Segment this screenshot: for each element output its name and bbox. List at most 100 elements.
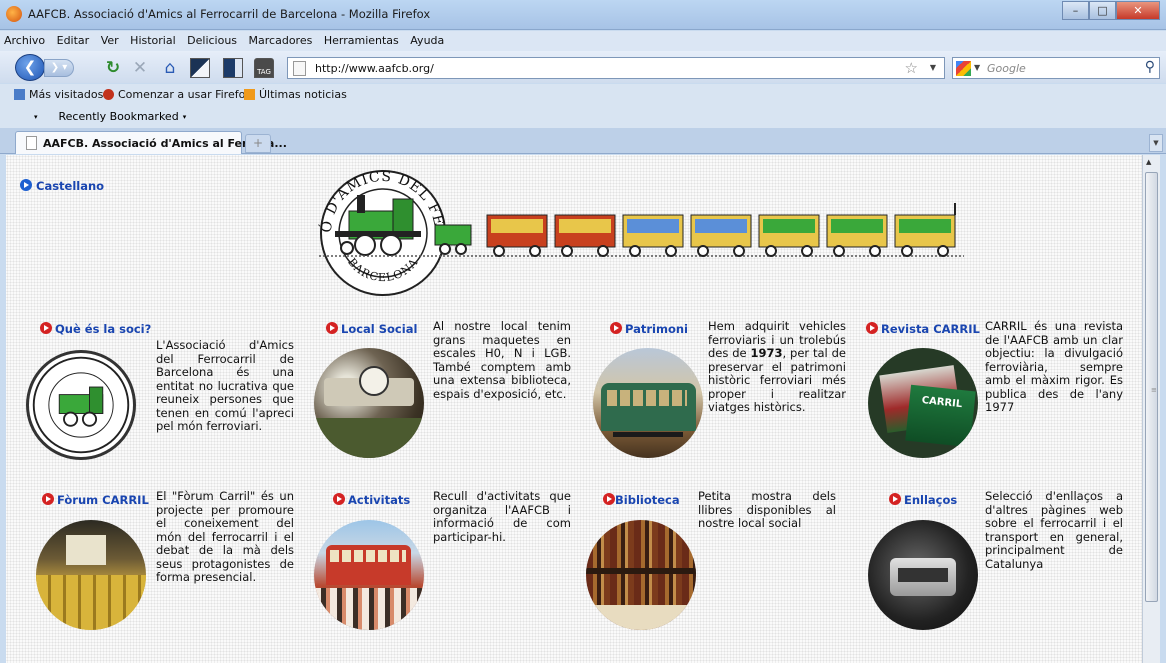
menu-historial[interactable]: Historial — [126, 31, 179, 47]
section-image-revista-carril[interactable]: CARRIL — [868, 348, 978, 458]
page-content: Castellano ASSOCIACIÓ D'AMICS DEL FERROC… — [6, 155, 1142, 663]
chevron-down-icon: ▾ — [34, 112, 38, 121]
section-title[interactable]: Activitats — [348, 493, 410, 507]
tag-icon-label: TAG — [257, 68, 271, 76]
google-engine-icon[interactable] — [956, 61, 971, 76]
section-text: Al nostre local tenim grans maquetes en … — [433, 319, 571, 401]
section-image-soci-logo[interactable] — [26, 350, 136, 460]
search-icon[interactable]: ⚲ — [1145, 59, 1155, 75]
section-text: Petita mostra dels llibres disponibles a… — [698, 489, 836, 530]
arrow-bullet-icon — [889, 493, 901, 505]
page-icon — [293, 61, 306, 76]
section-title[interactable]: Enllaços — [904, 493, 957, 507]
back-button[interactable]: ❮ — [15, 54, 45, 81]
search-bar[interactable]: ▼ Google ⚲ — [952, 57, 1160, 79]
section-link-patrimoni[interactable]: Patrimoni — [610, 322, 688, 336]
section-link-local-social[interactable]: Local Social — [326, 322, 417, 336]
window-title: AAFCB. Associació d'Amics al Ferrocarril… — [28, 7, 431, 21]
bookmark-star-icon[interactable]: ☆ — [905, 59, 918, 77]
stop-icon[interactable]: ✕ — [130, 58, 150, 78]
arrow-bullet-icon — [866, 322, 878, 334]
menu-archivo[interactable]: Archivo — [0, 31, 49, 47]
menu-marcadores[interactable]: Marcadores — [245, 31, 317, 47]
reload-icon[interactable]: ↻ — [103, 58, 123, 78]
window-titlebar: AAFCB. Associació d'Amics al Ferrocarril… — [0, 0, 1166, 30]
menu-ver[interactable]: Ver — [97, 31, 123, 47]
menu-delicious[interactable]: Delicious — [183, 31, 241, 47]
close-button[interactable]: ✕ — [1116, 1, 1160, 20]
recently-bookmarked-menu[interactable]: ▾ Recently Bookmarked ▾ — [14, 110, 186, 123]
url-bar[interactable]: http://www.aafcb.org/ ☆ ▼ — [287, 57, 945, 79]
bookmark-most-visited[interactable]: Más visitados — [14, 88, 103, 101]
carriage — [622, 214, 684, 257]
section-image-biblioteca[interactable] — [586, 520, 696, 630]
arrow-bullet-icon — [610, 322, 622, 334]
url-dropdown-icon[interactable]: ▼ — [930, 63, 936, 72]
maximize-button[interactable]: □ — [1089, 1, 1116, 20]
grip-icon: ≡ — [1151, 386, 1157, 394]
aafcb-logo: ASSOCIACIÓ D'AMICS DEL FERROCARRIL BARCE… — [309, 159, 964, 296]
section-link-biblioteca[interactable]: Biblioteca — [603, 493, 680, 507]
section-link-activitats[interactable]: Activitats — [333, 493, 410, 507]
section-image-enllacos[interactable] — [868, 520, 978, 630]
menu-editar[interactable]: Editar — [53, 31, 94, 47]
delicious-toolbar-icon[interactable] — [223, 58, 243, 78]
scroll-up-arrow-icon[interactable]: ▲ — [1146, 158, 1151, 166]
section-image-patrimoni[interactable] — [593, 348, 703, 458]
section-text-bold: 1973 — [750, 346, 783, 360]
most-visited-icon — [14, 89, 25, 100]
section-title[interactable]: Revista CARRIL — [881, 322, 980, 336]
tab-list-dropdown-icon[interactable]: ▼ — [1149, 134, 1163, 152]
carriage — [690, 214, 752, 257]
section-title[interactable]: Patrimoni — [625, 322, 688, 336]
firefox-icon — [6, 6, 22, 22]
section-image-activitats[interactable] — [314, 520, 424, 630]
section-link-forum-carril[interactable]: Fòrum CARRIL — [42, 493, 149, 507]
minimize-button[interactable]: – — [1062, 1, 1089, 20]
window-controls: – □ ✕ — [1062, 1, 1160, 20]
menu-herramientas[interactable]: Herramientas — [320, 31, 403, 47]
section-title[interactable]: Local Social — [341, 322, 417, 336]
language-link-castellano[interactable]: Castellano — [20, 179, 104, 193]
section-text: Selecció d'enllaços a d'altres pàgines w… — [985, 489, 1123, 571]
section-title[interactable]: Què és la soci? — [55, 322, 151, 336]
section-title[interactable]: Fòrum CARRIL — [57, 493, 149, 507]
section-text: El "Fòrum Carril" és un projecte per pro… — [156, 489, 294, 584]
bookmark-latest-news[interactable]: Últimas noticias — [244, 88, 347, 101]
section-image-local-social[interactable] — [314, 348, 424, 458]
scrollbar-thumb[interactable]: ≡ — [1145, 172, 1158, 602]
vertical-scrollbar[interactable]: ▲ ≡ — [1142, 155, 1160, 663]
section-text: L'Associació d'Amics del Ferrocarril de … — [156, 338, 294, 433]
section-link-que-es-la-soci[interactable]: Què és la soci? — [40, 322, 151, 336]
bookmark-label: Más visitados — [29, 88, 104, 101]
page-icon — [26, 136, 37, 150]
home-icon[interactable]: ⌂ — [160, 58, 180, 78]
firefox-bookmark-icon — [103, 89, 114, 100]
section-text: Hem adquirit vehicles ferroviaris i un t… — [708, 319, 846, 415]
section-link-enllacos[interactable]: Enllaços — [889, 493, 957, 507]
arrow-bullet-icon — [603, 493, 615, 505]
window-frame-right — [1160, 155, 1166, 663]
section-text: CARRIL és una revista de l'AAFCB amb un … — [985, 319, 1123, 414]
url-text[interactable]: http://www.aafcb.org/ — [315, 62, 434, 75]
section-image-forum-carril[interactable] — [36, 520, 146, 630]
addon-toolbar-icon[interactable] — [190, 58, 210, 78]
carriage — [826, 214, 888, 257]
search-placeholder[interactable]: Google — [987, 62, 1026, 75]
section-link-revista-carril[interactable]: Revista CARRIL — [866, 322, 980, 336]
arrow-bullet-icon — [42, 493, 54, 505]
delicious-toolbar: ▾ Recently Bookmarked ▾ — [0, 106, 1166, 128]
engine-dropdown-icon[interactable]: ▼ — [974, 63, 980, 72]
carriage — [486, 214, 548, 257]
section-title[interactable]: Biblioteca — [615, 493, 680, 507]
menu-ayuda[interactable]: Ayuda — [406, 31, 448, 47]
forward-button[interactable]: ❯ ▾ — [44, 59, 74, 77]
tag-icon[interactable]: TAG — [254, 58, 274, 78]
menu-bar: Archivo Editar Ver Historial Delicious M… — [0, 31, 1166, 51]
language-link-label[interactable]: Castellano — [36, 179, 104, 193]
carriage — [894, 203, 956, 257]
tab-strip: AAFCB. Associació d'Amics al Ferroca... … — [0, 128, 1166, 154]
bookmark-getting-started[interactable]: Comenzar a usar Firefox — [103, 88, 252, 101]
new-tab-button[interactable]: + — [245, 134, 271, 153]
tab-aafcb[interactable]: AAFCB. Associació d'Amics al Ferroca... — [15, 131, 287, 154]
